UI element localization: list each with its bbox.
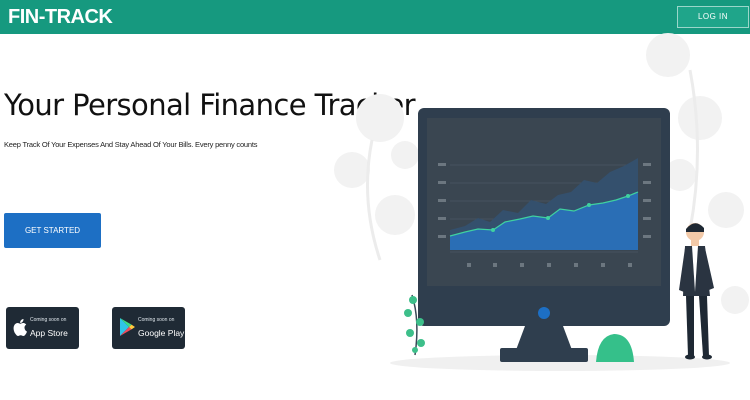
screen-chart (438, 158, 651, 267)
google-play-icon (120, 318, 135, 336)
bush (596, 334, 634, 362)
plant-left (404, 294, 425, 356)
google-play-badge[interactable]: Coming soon on Google Play (112, 307, 185, 349)
store-name: Google Play (138, 328, 185, 338)
hero-subtitle: Keep Track Of Your Expenses And Stay Ahe… (4, 140, 258, 149)
app-store-badge[interactable]: Coming soon on App Store (6, 307, 79, 349)
store-caption: Coming soon on (138, 317, 175, 323)
background-foliage (334, 33, 749, 314)
hero-title: Your Personal Finance Tracker (4, 88, 416, 122)
floor-shadow (390, 355, 730, 371)
get-started-button[interactable]: GET STARTED (4, 213, 101, 248)
monitor (418, 108, 670, 362)
brand-logo[interactable]: FIN-TRACK (8, 6, 113, 29)
person-figure (679, 223, 714, 360)
top-navbar: FIN-TRACK LOG IN (0, 0, 750, 34)
store-name: App Store (30, 328, 68, 338)
apple-icon (13, 319, 27, 336)
store-caption: Coming soon on (30, 317, 67, 323)
login-button[interactable]: LOG IN (677, 6, 749, 28)
